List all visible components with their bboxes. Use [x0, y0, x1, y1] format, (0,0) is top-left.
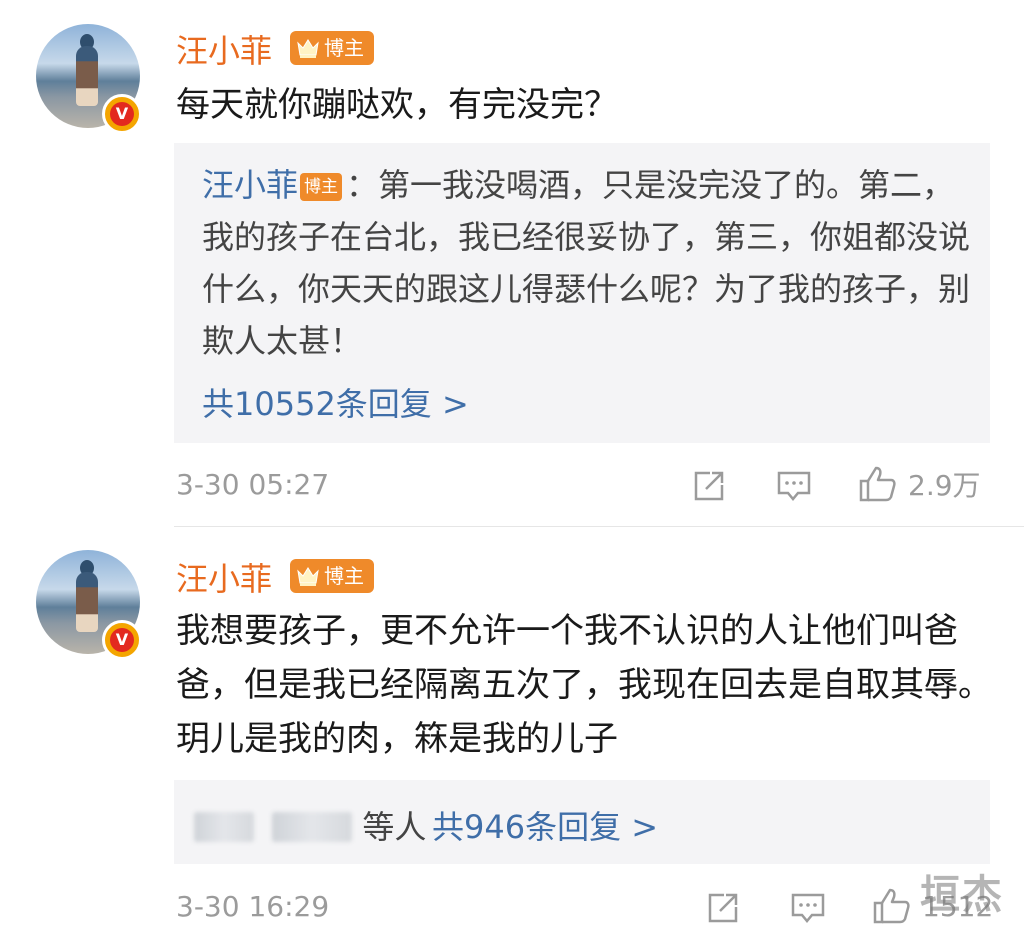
comment-button[interactable] — [790, 888, 826, 928]
blogger-badge-label: 博主 — [324, 564, 364, 588]
comment-icon — [791, 893, 825, 923]
timestamp: 3-30 16:29 — [176, 890, 330, 923]
watermark: 垣杰 — [920, 872, 1004, 918]
verified-badge-icon: V — [102, 620, 142, 660]
share-button[interactable] — [706, 888, 740, 928]
username[interactable]: 汪小菲 — [176, 554, 272, 600]
blurred-name — [194, 812, 254, 842]
reply-participants: 等人 — [194, 802, 426, 848]
blurred-name — [272, 812, 353, 842]
share-icon — [708, 893, 738, 923]
comment-2: V 汪小菲 博主 我想要孩子，更不允许一个我不认识的人让他们叫爸爸，但是我已经隔… — [0, 0, 1024, 936]
reply-participants-suffix: 等人 — [362, 808, 427, 846]
thumbs-up-icon — [873, 888, 910, 924]
reply-box[interactable]: 等人 共946条回复 > — [174, 780, 990, 864]
blogger-badge: 博主 — [290, 559, 374, 593]
reply-count-link[interactable]: 共946条回复 > — [432, 802, 658, 848]
comment-text: 我想要孩子，更不允许一个我不认识的人让他们叫爸爸，但是我已经隔离五次了，我现在回… — [176, 611, 992, 759]
crown-icon — [296, 565, 320, 587]
avatar-figure — [76, 572, 98, 632]
